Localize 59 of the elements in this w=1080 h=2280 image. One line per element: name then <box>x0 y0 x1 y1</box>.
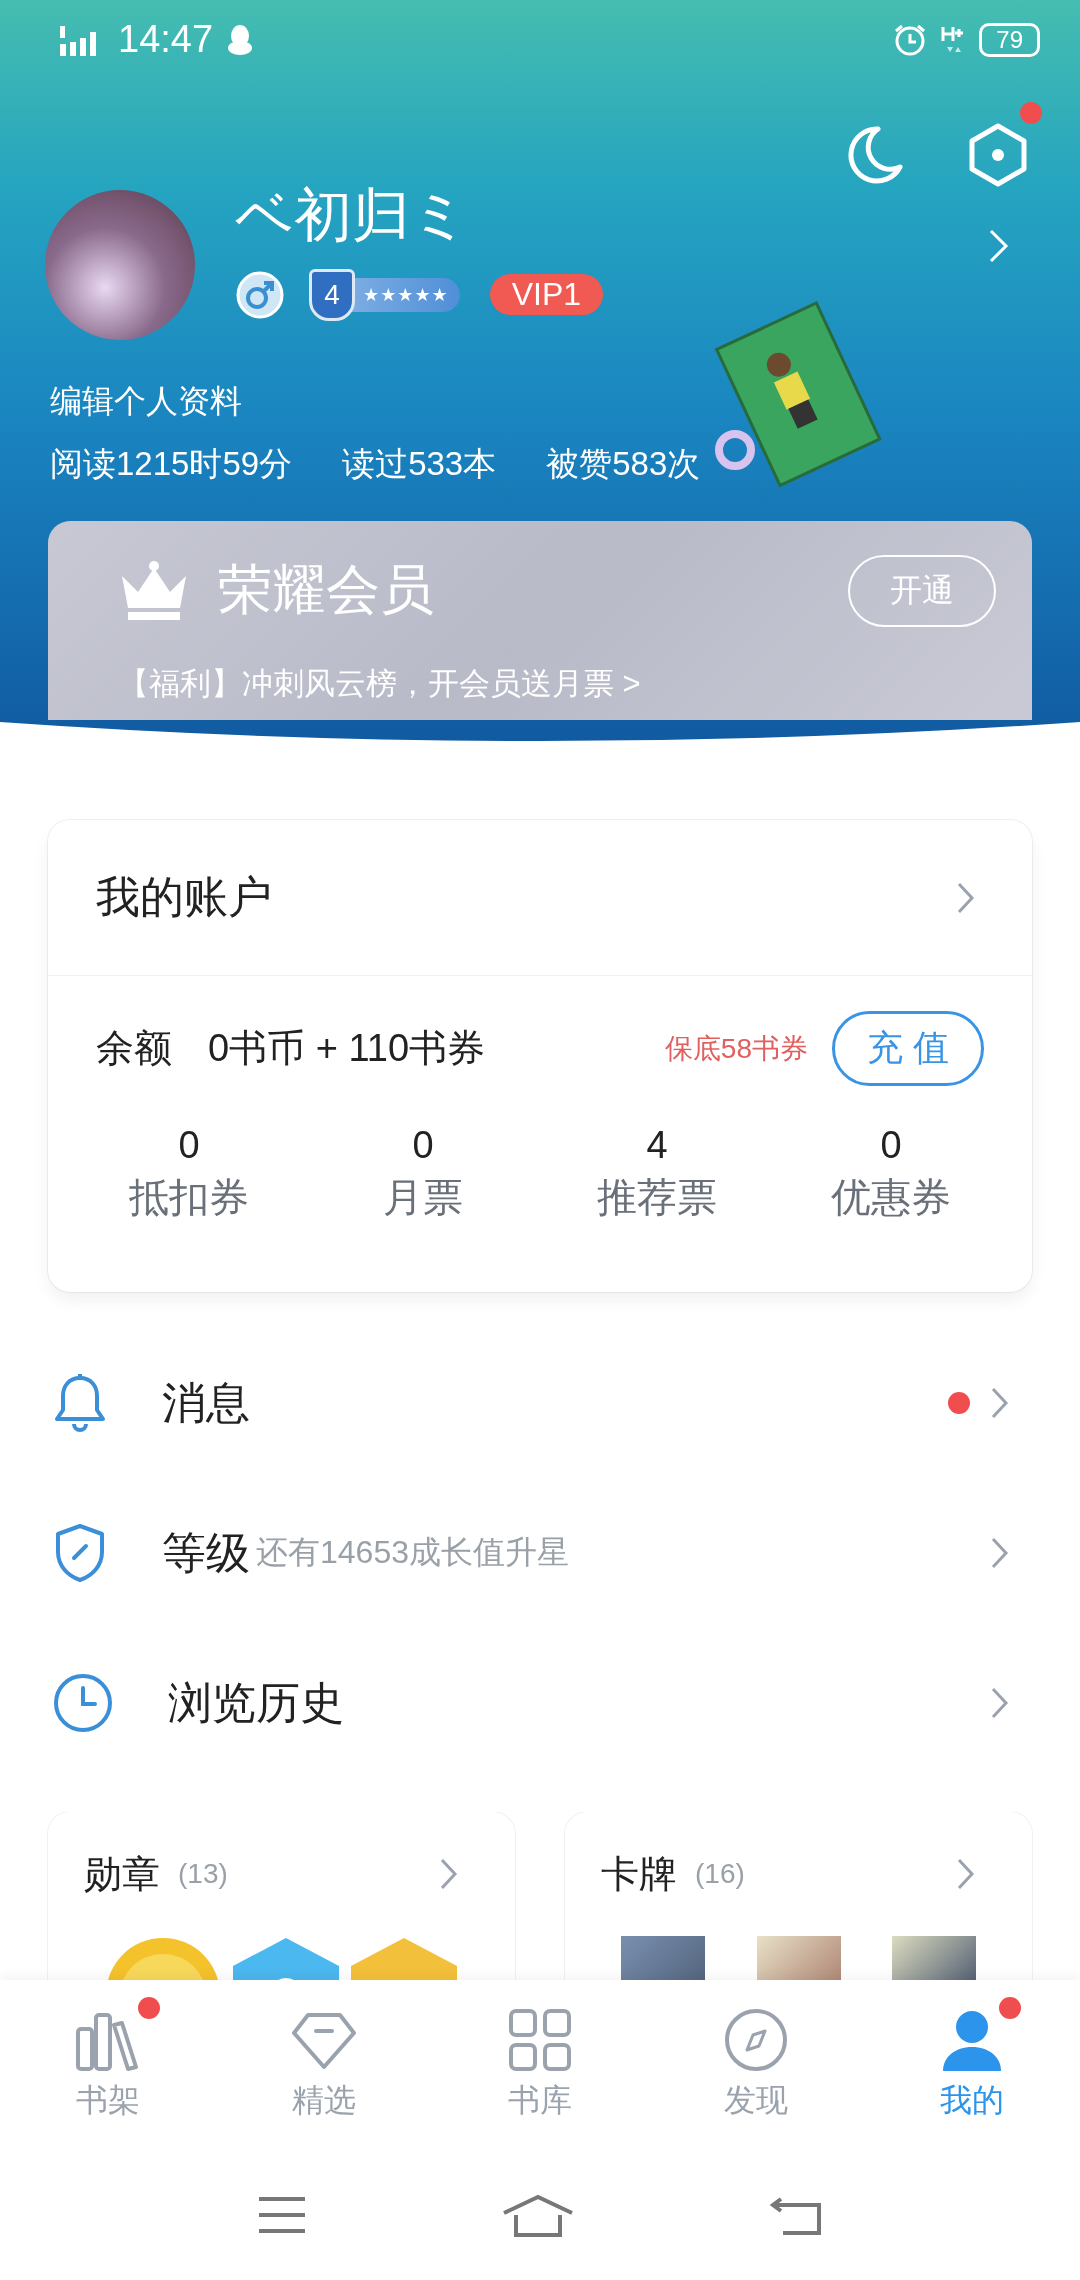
collection-count: (13) <box>178 1858 228 1890</box>
grid-icon <box>507 2007 573 2073</box>
chevron-right-icon <box>990 1386 1010 1420</box>
nav-tab[interactable]: 精选 <box>216 1980 432 2150</box>
ticket-label[interactable]: 抵扣券 <box>129 1169 249 1225</box>
ticket-count: 0 <box>412 1123 434 1168</box>
back-icon[interactable] <box>768 2195 823 2235</box>
reading-stat: 读过533本 <box>342 443 497 484</box>
penguin-icon <box>227 23 254 56</box>
chevron-right-icon <box>956 1857 976 1891</box>
balance-label: 余额 <box>96 1026 172 1071</box>
nav-tab[interactable]: 发现 <box>648 1980 864 2150</box>
ticket-count: 4 <box>646 1123 668 1168</box>
reading-stat: 阅读1215时59分 <box>50 443 293 484</box>
account-title[interactable]: 我的账户 <box>96 868 272 927</box>
nav-tab[interactable]: 我的 <box>864 1980 1080 2150</box>
edit-profile-link[interactable]: 编辑个人资料 <box>0 379 1080 422</box>
menu-item[interactable]: 浏览历史 <box>0 1628 1080 1778</box>
chevron-right-icon <box>439 1857 459 1891</box>
home-icon[interactable] <box>502 2193 574 2237</box>
collection-title: 勋章 <box>84 1851 160 1897</box>
mobile-data-icon <box>941 24 966 55</box>
chevron-right-icon <box>990 1686 1010 1720</box>
menu-item[interactable]: 等级 还有14653成长值升星 <box>0 1478 1080 1628</box>
ticket-label[interactable]: 月票 <box>383 1169 463 1225</box>
menu-label: 消息 <box>162 1376 250 1429</box>
ticket-label[interactable]: 优惠券 <box>831 1169 951 1225</box>
nav-tab[interactable]: 书库 <box>432 1980 648 2150</box>
ticket-count: 0 <box>178 1123 200 1168</box>
level-number: 4 <box>309 268 355 321</box>
menu-label: 等级 <box>162 1526 250 1579</box>
reading-stat: 被赞583次 <box>546 443 701 484</box>
collection-count: (16) <box>695 1858 745 1890</box>
bell-icon <box>52 1372 108 1434</box>
vip-badge: VIP1 <box>489 274 604 316</box>
ticket-label[interactable]: 推荐票 <box>597 1169 717 1225</box>
user-name: ベ初归ミ <box>235 180 470 249</box>
balance-value: 0书币 + 110书券 <box>208 1026 487 1071</box>
guarantee-text: 保底58书券 <box>664 1031 808 1066</box>
chevron-right-icon[interactable] <box>956 880 976 915</box>
membership-title: 荣耀会员 <box>218 558 435 622</box>
menu-item[interactable]: 消息 <box>0 1328 1080 1478</box>
chevron-right-icon[interactable] <box>988 227 1010 264</box>
recharge-button[interactable]: 充 值 <box>832 1011 984 1086</box>
clock-icon <box>52 1672 114 1734</box>
collection-card[interactable]: 卡牌 (16) <box>565 1812 1032 1980</box>
level-stars: ★★★★★ <box>363 283 448 306</box>
chevron-right-icon <box>990 1536 1010 1570</box>
alarm-icon <box>893 22 928 57</box>
battery-indicator: 79 <box>979 22 1040 57</box>
menu-label: 浏览历史 <box>168 1676 344 1729</box>
menu-icon[interactable] <box>257 2195 308 2235</box>
status-time: 14:47 <box>118 18 214 62</box>
collection-title: 卡牌 <box>601 1851 677 1897</box>
male-gender-icon <box>235 269 285 320</box>
menu-hint: 还有14653成长值升星 <box>256 1533 569 1572</box>
compass-icon <box>723 2007 789 2073</box>
nav-tab[interactable]: 书架 <box>0 1980 216 2150</box>
ticket-count: 0 <box>880 1123 902 1168</box>
